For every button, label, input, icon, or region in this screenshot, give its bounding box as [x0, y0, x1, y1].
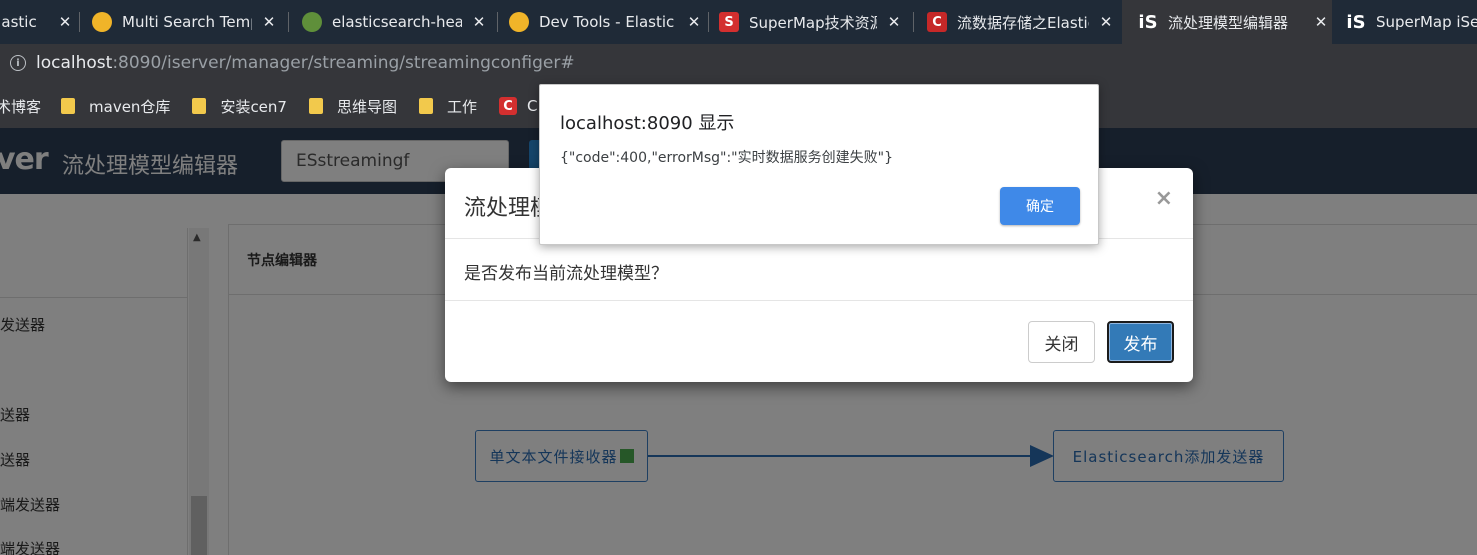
tab-close-icon[interactable]: ✕: [1310, 13, 1332, 31]
address-bar: i localhost:8090/iserver/manager/streami…: [0, 44, 1477, 84]
tab-close-icon[interactable]: ✕: [258, 13, 280, 31]
modal-footer: 关闭 发布: [445, 301, 1193, 382]
tab-close-icon[interactable]: ✕: [468, 13, 490, 31]
elastic-icon: [92, 12, 112, 32]
tab-close-icon[interactable]: ✕: [683, 13, 705, 31]
tab-close-icon[interactable]: ✕: [54, 13, 76, 31]
tab-title: SuperMap iSer: [1376, 13, 1477, 31]
bookmark-label: 工作: [446, 97, 477, 116]
tab-title: elasticsearch-head: [332, 13, 462, 31]
alert-message: {"code":400,"errorMsg":"实时数据服务创建失败"}: [560, 150, 893, 166]
url-field[interactable]: i localhost:8090/iserver/manager/streami…: [0, 44, 1477, 82]
close-button[interactable]: 关闭: [1028, 321, 1095, 363]
csdn-c-icon: C: [927, 12, 947, 32]
folder-icon: [192, 98, 207, 114]
tab-multi-search[interactable]: Multi Search Temp ✕: [92, 0, 280, 44]
publish-button[interactable]: 发布: [1107, 321, 1174, 363]
bookmark-label: C: [527, 97, 538, 115]
tab-title: SuperMap技术资源: [749, 13, 877, 32]
browser-tab-bar: elastic ✕ Multi Search Temp ✕ elasticsea…: [0, 0, 1477, 44]
tab-elasticsearch-head[interactable]: elasticsearch-head ✕: [302, 0, 490, 44]
bookmark-mindmap[interactable]: 思维导图: [308, 96, 397, 117]
puzzle-icon: [302, 12, 322, 32]
close-icon[interactable]: ×: [1155, 186, 1173, 211]
elastic-icon: [509, 12, 529, 32]
modal-body: 是否发布当前流处理模型？: [445, 239, 1193, 301]
tab-stream-storage[interactable]: C 流数据存储之Elastic ✕: [927, 0, 1117, 44]
bookmark-label: 思维导图: [336, 97, 397, 116]
bookmark-label: 安装cen7: [220, 97, 287, 116]
bookmark-label: maven仓库: [89, 97, 171, 116]
bookmark-blog[interactable]: 术博客: [0, 96, 41, 117]
tab-title: Multi Search Temp: [122, 13, 252, 31]
tab-title: elastic: [0, 13, 37, 31]
tab-close-icon[interactable]: ✕: [883, 13, 905, 31]
tab-title: Dev Tools - Elastic: [539, 13, 675, 31]
tab-dev-tools[interactable]: Dev Tools - Elastic ✕: [509, 0, 705, 44]
bookmark-centos7[interactable]: 安装cen7: [192, 96, 287, 117]
supermap-s-icon: S: [719, 12, 739, 32]
bookmark-maven[interactable]: maven仓库: [61, 96, 170, 117]
tab-supermap-resources[interactable]: S SuperMap技术资源 ✕: [719, 0, 905, 44]
iserver-is-icon: iS: [1138, 11, 1158, 33]
folder-icon: [308, 98, 323, 114]
url-host: localhost: [36, 53, 113, 73]
tab-elastic[interactable]: elastic ✕: [0, 0, 76, 44]
csdn-c-icon: C: [499, 97, 517, 115]
alert-title: localhost:8090 显示: [560, 113, 735, 134]
iserver-is-icon: iS: [1346, 11, 1366, 33]
url-path: :8090/iserver/manager/streaming/streamin…: [112, 53, 575, 73]
tab-close-icon[interactable]: ✕: [1095, 13, 1117, 31]
info-icon[interactable]: i: [10, 55, 26, 71]
tab-supermap-iserver[interactable]: iS SuperMap iSer: [1346, 0, 1477, 44]
ok-button[interactable]: 确定: [1000, 187, 1080, 225]
folder-icon: [61, 98, 76, 114]
bookmark-work[interactable]: 工作: [418, 96, 477, 117]
tab-title: 流数据存储之Elastic: [957, 13, 1089, 32]
browser-alert-dialog: localhost:8090 显示 {"code":400,"errorMsg"…: [539, 84, 1099, 245]
bookmark-label: 术博客: [0, 97, 42, 116]
tab-title: 流处理模型编辑器: [1168, 13, 1289, 32]
folder-icon: [418, 98, 433, 114]
tab-stream-model-editor[interactable]: iS 流处理模型编辑器 ✕: [1122, 0, 1332, 44]
bookmark-csdn[interactable]: C C: [499, 97, 537, 115]
